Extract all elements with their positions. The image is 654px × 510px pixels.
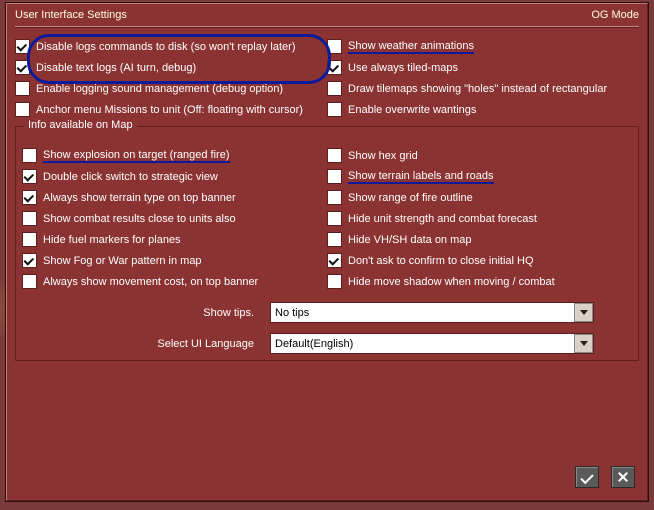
checkbox[interactable] <box>15 60 30 75</box>
top-options: Disable logs commands to disk (so won't … <box>7 36 647 120</box>
map-left-row: Show combat results close to units also <box>22 208 327 229</box>
dialog-buttons <box>575 466 635 488</box>
checkbox-label[interactable]: Always show terrain type on top banner <box>43 192 236 204</box>
cancel-button[interactable] <box>611 466 635 488</box>
top-left-row: Disable text logs (AI turn, debug) <box>15 57 327 78</box>
checkbox-label[interactable]: Show terrain labels and roads <box>348 170 494 184</box>
checkbox-label[interactable]: Enable overwrite wantings <box>348 104 476 116</box>
checkbox-label[interactable]: Show weather animations <box>348 40 474 54</box>
checkbox-label[interactable]: Always show movement cost, on top banner <box>43 276 258 288</box>
map-right-row: Show range of fire outline <box>327 187 632 208</box>
checkbox-label[interactable]: Enable logging sound management (debug o… <box>36 83 283 95</box>
map-left-row: Show Fog or War pattern in map <box>22 250 327 271</box>
checkbox-label[interactable]: Show hex grid <box>348 150 418 162</box>
checkbox-label[interactable]: Disable logs commands to disk (so won't … <box>36 41 295 53</box>
top-left-row: Enable logging sound management (debug o… <box>15 78 327 99</box>
checkbox-label[interactable]: Use always tiled-maps <box>348 62 458 74</box>
select-value: Default(English) <box>271 338 574 350</box>
top-right-row: Use always tiled-maps <box>327 57 639 78</box>
checkbox[interactable] <box>22 148 37 163</box>
map-right-row: Hide move shadow when moving / combat <box>327 271 632 292</box>
map-right-row: Don't ask to confirm to close initial HQ <box>327 250 632 271</box>
checkbox[interactable] <box>327 274 342 289</box>
window-title: User Interface Settings <box>15 9 127 21</box>
map-info-fieldset: Info available on Map Show explosion on … <box>15 126 639 361</box>
map-left-row: Show explosion on target (ranged fire) <box>22 145 327 166</box>
language-row: Select UI Language Default(English) <box>22 333 632 354</box>
checkbox[interactable] <box>15 39 30 54</box>
fieldset-legend: Info available on Map <box>24 119 137 131</box>
checkbox-label[interactable]: Hide VH/SH data on map <box>348 234 472 246</box>
check-icon <box>580 470 593 483</box>
checkbox-label[interactable]: Don't ask to confirm to close initial HQ <box>348 255 534 267</box>
checkbox[interactable] <box>22 253 37 268</box>
checkbox[interactable] <box>327 39 342 54</box>
checkbox[interactable] <box>22 274 37 289</box>
settings-window: User Interface Settings OG Mode Disable … <box>6 3 648 501</box>
titlebar: User Interface Settings OG Mode <box>7 4 647 24</box>
chevron-down-icon <box>574 334 593 353</box>
checkbox[interactable] <box>22 169 37 184</box>
divider <box>15 26 639 28</box>
top-left-row: Anchor menu Missions to unit (Off: float… <box>15 99 327 120</box>
show-tips-row: Show tips. No tips <box>22 302 632 323</box>
show-tips-label: Show tips. <box>22 307 270 319</box>
top-right-row: Enable overwrite wantings <box>327 99 639 120</box>
checkbox-label[interactable]: Show Fog or War pattern in map <box>43 255 202 267</box>
checkbox-label[interactable]: Hide move shadow when moving / combat <box>348 276 555 288</box>
checkbox[interactable] <box>327 232 342 247</box>
checkbox-label[interactable]: Draw tilemaps showing "holes" instead of… <box>348 83 607 95</box>
map-left-row: Always show terrain type on top banner <box>22 187 327 208</box>
top-right-row: Draw tilemaps showing "holes" instead of… <box>327 78 639 99</box>
chevron-down-icon <box>574 303 593 322</box>
ok-button[interactable] <box>575 466 599 488</box>
checkbox[interactable] <box>327 211 342 226</box>
checkbox-label[interactable]: Show combat results close to units also <box>43 213 236 225</box>
close-icon <box>618 472 628 482</box>
checkbox[interactable] <box>327 148 342 163</box>
checkbox[interactable] <box>327 60 342 75</box>
language-label: Select UI Language <box>22 338 270 350</box>
checkbox[interactable] <box>15 81 30 96</box>
map-right-row: Hide VH/SH data on map <box>327 229 632 250</box>
checkbox-label[interactable]: Show range of fire outline <box>348 192 473 204</box>
checkbox[interactable] <box>327 102 342 117</box>
checkbox-label[interactable]: Hide fuel markers for planes <box>43 234 181 246</box>
map-left-row: Always show movement cost, on top banner <box>22 271 327 292</box>
checkbox-label[interactable]: Show explosion on target (ranged fire) <box>43 149 230 163</box>
language-select[interactable]: Default(English) <box>270 333 594 354</box>
checkbox-label[interactable]: Disable text logs (AI turn, debug) <box>36 62 196 74</box>
checkbox[interactable] <box>22 190 37 205</box>
map-right-row: Show terrain labels and roads <box>327 166 632 187</box>
map-options: Show explosion on target (ranged fire) Do… <box>22 145 632 292</box>
checkbox-label[interactable]: Anchor menu Missions to unit (Off: float… <box>36 104 303 116</box>
show-tips-select[interactable]: No tips <box>270 302 594 323</box>
map-left-row: Double click switch to strategic view <box>22 166 327 187</box>
checkbox[interactable] <box>327 81 342 96</box>
checkbox-label[interactable]: Hide unit strength and combat forecast <box>348 213 537 225</box>
map-left-row: Hide fuel markers for planes <box>22 229 327 250</box>
checkbox[interactable] <box>327 190 342 205</box>
checkbox[interactable] <box>15 102 30 117</box>
map-right-row: Show hex grid <box>327 145 632 166</box>
checkbox[interactable] <box>22 232 37 247</box>
top-right-row: Show weather animations <box>327 36 639 57</box>
map-right-row: Hide unit strength and combat forecast <box>327 208 632 229</box>
top-left-row: Disable logs commands to disk (so won't … <box>15 36 327 57</box>
checkbox[interactable] <box>327 253 342 268</box>
checkbox[interactable] <box>22 211 37 226</box>
checkbox[interactable] <box>327 169 342 184</box>
checkbox-label[interactable]: Double click switch to strategic view <box>43 171 218 183</box>
mode-label: OG Mode <box>591 9 639 21</box>
select-value: No tips <box>271 307 574 319</box>
